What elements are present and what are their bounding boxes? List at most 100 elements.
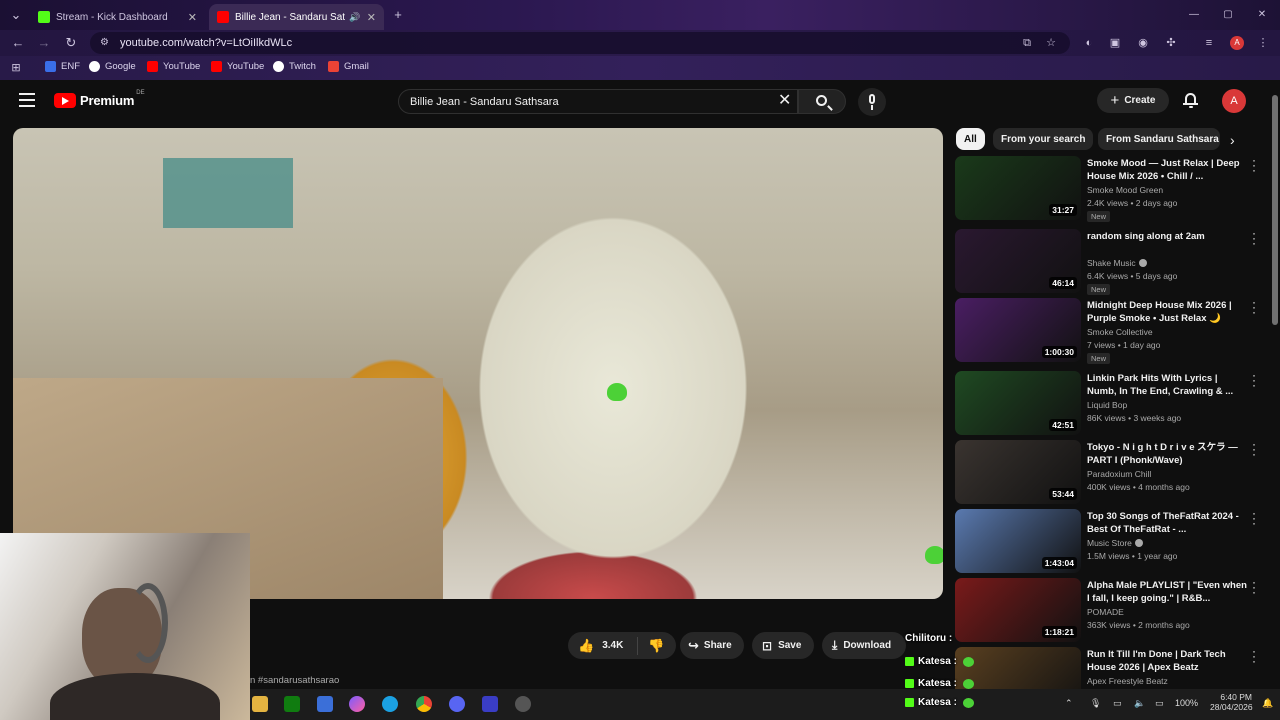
more-options-icon[interactable]: · · · xyxy=(1247,438,1261,460)
chip-all[interactable]: All xyxy=(956,128,985,150)
hamburger-menu-icon[interactable] xyxy=(19,93,35,107)
recommendation-item[interactable]: 1:43:04 Top 30 Songs of TheFatRat 2024 - … xyxy=(955,507,1270,575)
reload-icon[interactable]: ↻ xyxy=(63,35,79,51)
recommendation-item[interactable]: 1:18:21 Alpha Male PLAYLIST | "Even when … xyxy=(955,576,1270,644)
like-count[interactable]: 3.4K xyxy=(602,640,623,651)
clock[interactable]: 6:40 PM 28/04/2026 xyxy=(1210,692,1253,712)
new-tab-icon[interactable]: + xyxy=(390,7,406,23)
more-options-icon[interactable]: · · · xyxy=(1247,507,1261,529)
voice-search-button[interactable] xyxy=(858,88,886,116)
video-title[interactable]: Top 30 Songs of TheFatRat 2024 - Best Of… xyxy=(1087,510,1247,536)
profile-avatar[interactable]: A xyxy=(1230,36,1244,50)
youtube-premium-logo[interactable]: Premium DE xyxy=(54,90,145,108)
obs-icon[interactable] xyxy=(515,696,531,712)
more-options-icon[interactable]: · · · xyxy=(1247,296,1261,318)
apps-grid-icon[interactable]: ⊞ xyxy=(8,60,24,76)
channel-name[interactable]: Smoke Mood Green xyxy=(1087,185,1163,195)
tab-kick-dashboard[interactable]: Stream - Kick Dashboard ✕ xyxy=(30,4,205,30)
description-snippet[interactable]: n #sandarusathsarao xyxy=(250,675,910,689)
microphone-icon[interactable]: 🎙 xyxy=(1090,698,1101,709)
maximize-icon[interactable]: ▢ xyxy=(1220,7,1236,23)
clear-search-icon[interactable]: ✕ xyxy=(778,90,791,110)
more-options-icon[interactable]: · · · xyxy=(1247,576,1261,598)
search-input[interactable]: Billie Jean - Sandaru Sathsara xyxy=(398,89,798,114)
tab-billie-jean[interactable]: Billie Jean - Sandaru Sathsa 🔊 ✕ xyxy=(209,4,384,30)
chrome-icon[interactable] xyxy=(416,696,432,712)
bookmark-twitch[interactable]: Twitch xyxy=(273,61,316,72)
notifications-bell-icon[interactable] xyxy=(1183,92,1198,108)
channel-name[interactable]: Liquid Bop xyxy=(1087,400,1127,410)
bookmark-star-icon[interactable]: ☆ xyxy=(1044,36,1058,50)
video-title[interactable]: random sing along at 2am xyxy=(1087,230,1247,243)
app-icon[interactable] xyxy=(317,696,333,712)
search-button[interactable] xyxy=(798,89,846,114)
recommendation-item[interactable]: 46:14 random sing along at 2am Shake Music… xyxy=(955,227,1270,295)
thumbs-down-icon[interactable]: 👎 xyxy=(648,638,664,654)
more-options-icon[interactable]: · · · xyxy=(1247,369,1261,391)
install-app-icon[interactable]: ⧉ xyxy=(1020,36,1034,50)
display-icon[interactable]: ▭ xyxy=(1113,698,1122,709)
address-bar[interactable]: ⚙ youtube.com/watch?v=LtOiIlkdWLc xyxy=(90,32,1070,54)
battery-icon[interactable]: ▭ xyxy=(1155,698,1164,709)
bookmark-youtube[interactable]: YouTube xyxy=(147,61,200,72)
save-button[interactable]: ⊡ Save xyxy=(752,632,814,659)
edge-icon[interactable] xyxy=(382,696,398,712)
create-button[interactable]: + Create xyxy=(1097,88,1169,113)
file-explorer-icon[interactable] xyxy=(252,696,268,712)
chip-from-your-search[interactable]: From your search xyxy=(993,128,1094,150)
video-thumbnail[interactable]: 1:00:30 xyxy=(955,298,1081,362)
site-info-icon[interactable]: ⚙ xyxy=(100,37,112,49)
share-button[interactable]: ↪ Share xyxy=(680,632,744,659)
extensions-puzzle-icon[interactable]: ✣ xyxy=(1164,36,1178,50)
extension-icon[interactable]: ▣ xyxy=(1108,36,1122,50)
channel-name[interactable]: Smoke Collective xyxy=(1087,327,1153,337)
forward-icon[interactable]: → xyxy=(36,35,52,51)
media-control-icon[interactable]: ≡ xyxy=(1202,36,1216,50)
tab-close-icon[interactable]: ✕ xyxy=(188,11,197,24)
video-thumbnail[interactable]: 53:44 xyxy=(955,440,1081,504)
chevron-up-icon[interactable]: ⌃ xyxy=(1065,698,1073,709)
account-avatar[interactable]: A xyxy=(1222,89,1246,113)
video-title[interactable]: Linkin Park Hits With Lyrics | Numb, In … xyxy=(1087,372,1247,398)
bookmark-google[interactable]: Google xyxy=(89,61,136,72)
extension-icon[interactable]: ◐ xyxy=(1082,36,1096,50)
channel-name[interactable]: Music Store xyxy=(1087,538,1143,548)
app-icon[interactable] xyxy=(482,696,498,712)
minimize-icon[interactable]: — xyxy=(1186,7,1202,23)
video-title[interactable]: Smoke Mood — Just Relax | Deep House Mix… xyxy=(1087,157,1247,183)
video-thumbnail[interactable]: 31:27 xyxy=(955,156,1081,220)
bookmark-gmail[interactable]: Gmail xyxy=(328,61,369,72)
channel-name[interactable]: Apex Freestyle Beatz xyxy=(1087,676,1168,686)
thumbs-up-icon[interactable]: 👍 xyxy=(578,638,594,654)
tab-search-icon[interactable]: ⌄ xyxy=(8,7,24,23)
close-window-icon[interactable]: ✕ xyxy=(1254,7,1270,23)
channel-name[interactable]: Shake Music xyxy=(1087,258,1147,268)
video-thumbnail[interactable]: 46:14 xyxy=(955,229,1081,293)
audio-playing-icon[interactable]: 🔊 xyxy=(349,12,360,23)
more-options-icon[interactable]: · · · xyxy=(1247,645,1261,667)
scrollbar-thumb[interactable] xyxy=(1272,95,1278,325)
chip-from-channel[interactable]: From Sandaru Sathsara xyxy=(1098,128,1220,150)
recommendation-item[interactable]: 31:27 Smoke Mood — Just Relax | Deep Hous… xyxy=(955,154,1270,222)
back-icon[interactable]: ← xyxy=(10,35,26,51)
recommendation-item[interactable]: 53:44 Tokyo - N i g h t D r i v e スケラ — P… xyxy=(955,438,1270,506)
speaker-icon[interactable]: 🔈 xyxy=(1134,698,1145,709)
copilot-icon[interactable] xyxy=(349,696,365,712)
video-thumbnail[interactable]: 1:18:21 xyxy=(955,578,1081,642)
more-options-icon[interactable]: · · · xyxy=(1247,227,1261,249)
notification-icon[interactable]: 🔔 xyxy=(1262,698,1273,709)
video-title[interactable]: Midnight Deep House Mix 2026 | Purple Sm… xyxy=(1087,299,1247,325)
discord-icon[interactable] xyxy=(449,696,465,712)
more-options-icon[interactable]: · · · xyxy=(1247,154,1261,176)
bookmark-enf[interactable]: ENF xyxy=(45,61,80,72)
bookmark-youtube-2[interactable]: YouTube xyxy=(211,61,264,72)
recommendation-item[interactable]: 42:51 Linkin Park Hits With Lyrics | Numb… xyxy=(955,369,1270,437)
channel-name[interactable]: Paradoxium Chill xyxy=(1087,469,1151,479)
video-title[interactable]: Run It Till I'm Done | Dark Tech House 2… xyxy=(1087,648,1247,674)
video-player[interactable] xyxy=(13,128,943,599)
video-thumbnail[interactable]: 1:43:04 xyxy=(955,509,1081,573)
download-button[interactable]: ⤓ Download xyxy=(822,632,906,659)
video-thumbnail[interactable]: 42:51 xyxy=(955,371,1081,435)
recommendation-item[interactable]: 1:00:30 Midnight Deep House Mix 2026 | Pu… xyxy=(955,296,1270,364)
xbox-icon[interactable] xyxy=(284,696,300,712)
